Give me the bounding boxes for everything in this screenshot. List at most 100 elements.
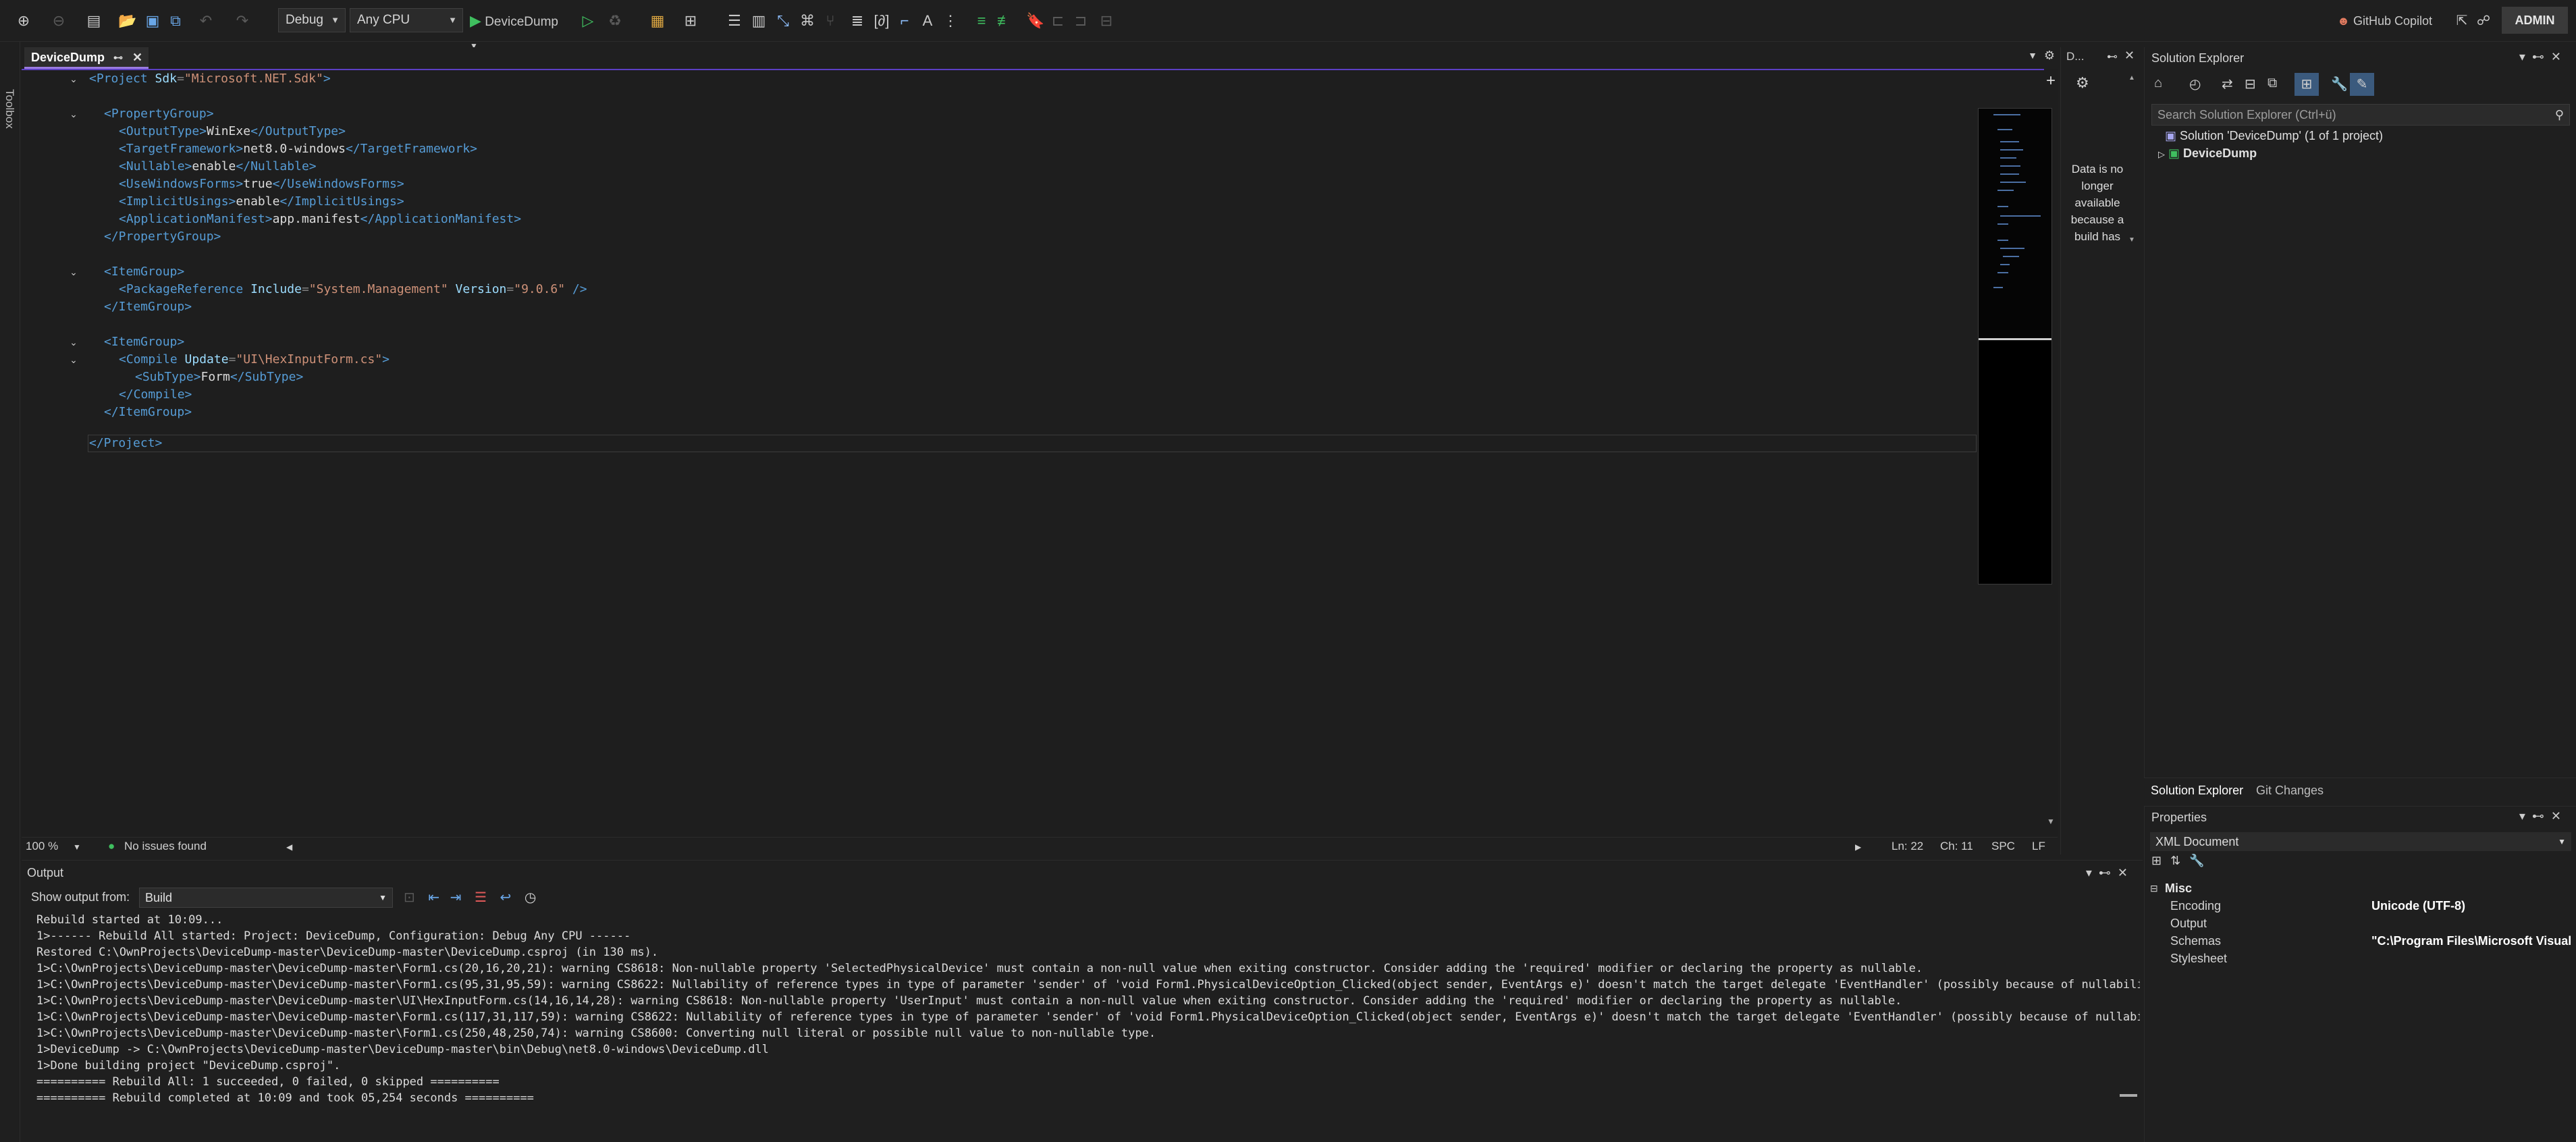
alphabetical-icon[interactable]: ⇅: [2170, 854, 2180, 867]
schema-icon[interactable]: ⋮: [941, 9, 960, 32]
panel-window-controls[interactable]: ▾⊷✕: [2086, 866, 2135, 880]
scroll-down-icon[interactable]: ▼: [2044, 817, 2058, 826]
outline-icon[interactable]: ≣: [848, 9, 867, 32]
code-editor[interactable]: ⌄ <Project Sdk="Microsoft.NET.Sdk"> ⌄ <P…: [22, 69, 2058, 837]
history-icon[interactable]: ◴: [2189, 76, 2201, 92]
fold-toggle-icon[interactable]: ⌄: [68, 70, 80, 88]
properties-wrench-icon[interactable]: 🔧: [2331, 76, 2348, 92]
save-all-icon[interactable]: ⧉: [166, 9, 185, 32]
properties-object-select[interactable]: XML Document ▼: [2150, 832, 2571, 851]
whitespace-indicator[interactable]: SPC: [1991, 840, 2015, 853]
search-icon[interactable]: ⚲: [2555, 105, 2564, 125]
start-debugging-button[interactable]: ▶ DeviceDump ▼: [470, 9, 568, 51]
minimap-viewport[interactable]: [1979, 109, 2051, 340]
navigate-back-icon[interactable]: ⊕: [14, 9, 34, 32]
navigate-forward-icon[interactable]: ⊖: [50, 9, 68, 32]
uncomment-icon[interactable]: ≢: [995, 9, 1014, 32]
code-minimap[interactable]: [1978, 108, 2052, 584]
home-icon[interactable]: ⌂: [2154, 76, 2162, 91]
property-row-encoding[interactable]: Encoding Unicode (UTF-8): [2159, 897, 2571, 915]
browser-link-icon[interactable]: ▦: [648, 9, 667, 32]
pin-icon[interactable]: ⊷: [113, 47, 123, 67]
start-without-debugging-icon[interactable]: ▷: [579, 9, 597, 32]
scroll-left-icon[interactable]: ◀: [286, 842, 292, 852]
sync-icon[interactable]: ⇄: [2222, 76, 2233, 92]
admin-badge[interactable]: ADMIN: [2502, 7, 2568, 34]
solution-search-input[interactable]: Search Solution Explorer (Ctrl+ü) ⚲: [2151, 104, 2570, 126]
tab-overflow-icon[interactable]: ▼: [2028, 50, 2037, 61]
output-source-select[interactable]: Build ▼: [139, 888, 393, 908]
zoom-level[interactable]: 100 %: [26, 840, 58, 853]
diagram-icon[interactable]: ⤡: [774, 9, 793, 32]
layout-icon[interactable]: ⊞: [679, 9, 702, 32]
feedback-icon[interactable]: ☍: [2475, 9, 2492, 32]
settings-icon[interactable]: ⚙: [2076, 74, 2089, 92]
clear-all-icon[interactable]: ☰: [475, 890, 487, 905]
bookmark-icon[interactable]: 🔖: [1026, 9, 1044, 32]
github-copilot-button[interactable]: ☻ GitHub Copilot: [2337, 9, 2459, 32]
pin-icon[interactable]: ⊷: [2107, 50, 2118, 63]
save-icon[interactable]: ▣: [143, 9, 162, 32]
panel-window-controls[interactable]: ▾⊷✕: [2519, 50, 2568, 64]
chevron-down-icon[interactable]: ▼: [73, 842, 81, 852]
new-project-icon[interactable]: ▤: [84, 9, 104, 32]
branch-icon[interactable]: ⑂: [821, 9, 840, 32]
expand-icon[interactable]: ▷: [2158, 149, 2165, 159]
property-row-schemas[interactable]: Schemas "C:\Program Files\Microsoft Visu…: [2159, 932, 2571, 950]
solution-node[interactable]: ▣ Solution 'DeviceDump' (1 of 1 project): [2165, 127, 2383, 144]
next-message-icon[interactable]: ⇥: [450, 890, 462, 905]
scroll-right-icon[interactable]: ▶: [1855, 842, 1861, 852]
preview-icon[interactable]: ✎: [2350, 73, 2374, 96]
line-ending-indicator[interactable]: LF: [2032, 840, 2045, 853]
panel-window-controls[interactable]: ▾⊷✕: [2519, 809, 2568, 823]
document-icon[interactable]: ▥: [749, 9, 768, 32]
xpath-icon[interactable]: ⌐: [895, 9, 914, 32]
clear-bookmarks-icon[interactable]: ⊟: [1095, 9, 1118, 32]
scroll-down-icon[interactable]: ▼: [2128, 236, 2135, 244]
timestamp-icon[interactable]: ◷: [525, 890, 536, 905]
split-editor-icon[interactable]: +: [2044, 72, 2058, 90]
property-pages-icon[interactable]: 🔧: [2189, 854, 2204, 867]
tab-solution-explorer[interactable]: Solution Explorer: [2151, 784, 2243, 798]
fold-toggle-icon[interactable]: ⌄: [68, 263, 80, 281]
toolbox-strip[interactable]: Toolbox: [0, 42, 20, 1142]
column-indicator[interactable]: Ch: 11: [1940, 840, 1973, 853]
hot-reload-icon[interactable]: ♻: [605, 9, 625, 32]
line-indicator[interactable]: Ln: 22: [1891, 840, 1923, 853]
fold-toggle-icon[interactable]: ⌄: [68, 105, 80, 123]
issues-status[interactable]: No issues found: [124, 840, 207, 853]
filter-icon[interactable]: ⊞: [2295, 73, 2319, 96]
share-icon[interactable]: ⇱: [2453, 9, 2471, 32]
word-wrap-icon[interactable]: ↩: [500, 890, 511, 905]
scroll-up-icon[interactable]: ▲: [2128, 74, 2135, 82]
tab-git-changes[interactable]: Git Changes: [2256, 784, 2324, 798]
property-row-stylesheet[interactable]: Stylesheet: [2159, 950, 2571, 967]
close-icon[interactable]: ✕: [2124, 49, 2135, 63]
output-scrollbar[interactable]: [2120, 912, 2139, 1141]
collapse-icon[interactable]: ⊟: [2150, 879, 2158, 897]
categorized-icon[interactable]: ⊞: [2151, 854, 2162, 867]
next-bookmark-icon[interactable]: ⊐: [1072, 9, 1090, 32]
show-all-files-icon[interactable]: ⧉: [2268, 76, 2277, 91]
text-icon[interactable]: A: [918, 9, 937, 32]
redo-icon[interactable]: ↷: [232, 9, 252, 32]
brackets-icon[interactable]: [∂]: [872, 9, 891, 32]
previous-message-icon[interactable]: ⇤: [428, 890, 439, 905]
prev-bookmark-icon[interactable]: ⊏: [1049, 9, 1067, 32]
settings-icon[interactable]: ⚙: [2044, 49, 2055, 63]
undo-icon[interactable]: ↶: [196, 9, 216, 32]
comment-icon[interactable]: ≡: [972, 9, 991, 32]
properties-category[interactable]: ⊟ Misc: [2150, 879, 2562, 897]
configuration-select[interactable]: Debug ▼: [278, 8, 346, 32]
project-node[interactable]: ▷ ▣ DeviceDump: [2158, 144, 2257, 162]
fold-toggle-icon[interactable]: ⌄: [68, 333, 80, 351]
find-message-icon[interactable]: ⊡: [404, 890, 415, 905]
open-file-icon[interactable]: 📂: [117, 9, 138, 32]
property-row-output[interactable]: Output: [2159, 915, 2571, 932]
format-icon[interactable]: ☰: [725, 9, 744, 32]
tree-icon[interactable]: ⌘: [798, 9, 817, 32]
fold-toggle-icon[interactable]: ⌄: [68, 351, 80, 369]
platform-select[interactable]: Any CPU ▼: [350, 8, 463, 32]
close-icon[interactable]: ✕: [132, 47, 142, 67]
output-text[interactable]: Rebuild started at 10:09... 1>------ Reb…: [36, 912, 2140, 1141]
